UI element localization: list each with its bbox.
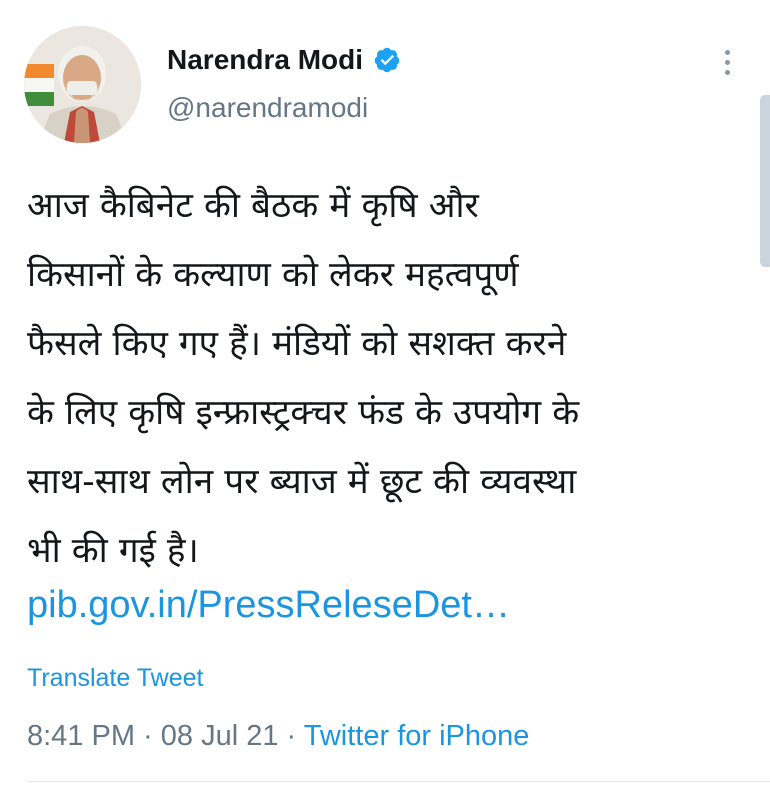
dot bbox=[724, 49, 730, 55]
translate-tweet-link[interactable]: Translate Tweet bbox=[27, 664, 203, 693]
avatar-image bbox=[24, 26, 141, 143]
tweet-text-line: किसानों के कल्याण को लेकर महत्वपूर्ण bbox=[27, 255, 519, 295]
tweet-source-link[interactable]: Twitter for iPhone bbox=[304, 720, 530, 752]
tweet-text-line: के लिए कृषि इन्फ्रास्ट्रक्चर फंड के उपयो… bbox=[27, 393, 580, 433]
tweet-text-line: साथ-साथ लोन पर ब्याज में छूट की व्यवस्था bbox=[27, 462, 577, 502]
tweet-text-line: आज कैबिनेट की बैठक में कृषि और bbox=[27, 186, 479, 226]
avatar[interactable] bbox=[24, 26, 141, 143]
tweet-time[interactable]: 8:41 PM bbox=[27, 720, 135, 752]
tweet-text-line: भी की गई है। bbox=[27, 531, 199, 571]
meta-separator: · bbox=[135, 720, 161, 752]
meta-separator: · bbox=[278, 720, 304, 752]
tweet-text: आज कैबिनेट की बैठक में कृषि और किसानों क… bbox=[27, 172, 752, 586]
author-name-row: Narendra Modi bbox=[167, 40, 401, 80]
more-vertical-icon[interactable] bbox=[713, 42, 741, 82]
author-display-name[interactable]: Narendra Modi bbox=[167, 44, 363, 76]
dot bbox=[724, 69, 730, 75]
tweet-link[interactable]: pib.gov.in/PressReleseDet… bbox=[27, 584, 510, 627]
author-handle[interactable]: @narendramodi bbox=[167, 92, 368, 124]
dot bbox=[724, 59, 730, 65]
verified-badge-icon bbox=[373, 46, 401, 74]
tweet-date[interactable]: 08 Jul 21 bbox=[161, 720, 279, 752]
divider bbox=[27, 781, 770, 782]
tweet-metadata: 8:41 PM · 08 Jul 21 · Twitter for iPhone bbox=[27, 720, 529, 753]
tweet-text-line: फैसले किए गए हैं। मंडियों को सशक्त करने bbox=[27, 324, 567, 364]
scrollbar[interactable] bbox=[760, 95, 770, 267]
